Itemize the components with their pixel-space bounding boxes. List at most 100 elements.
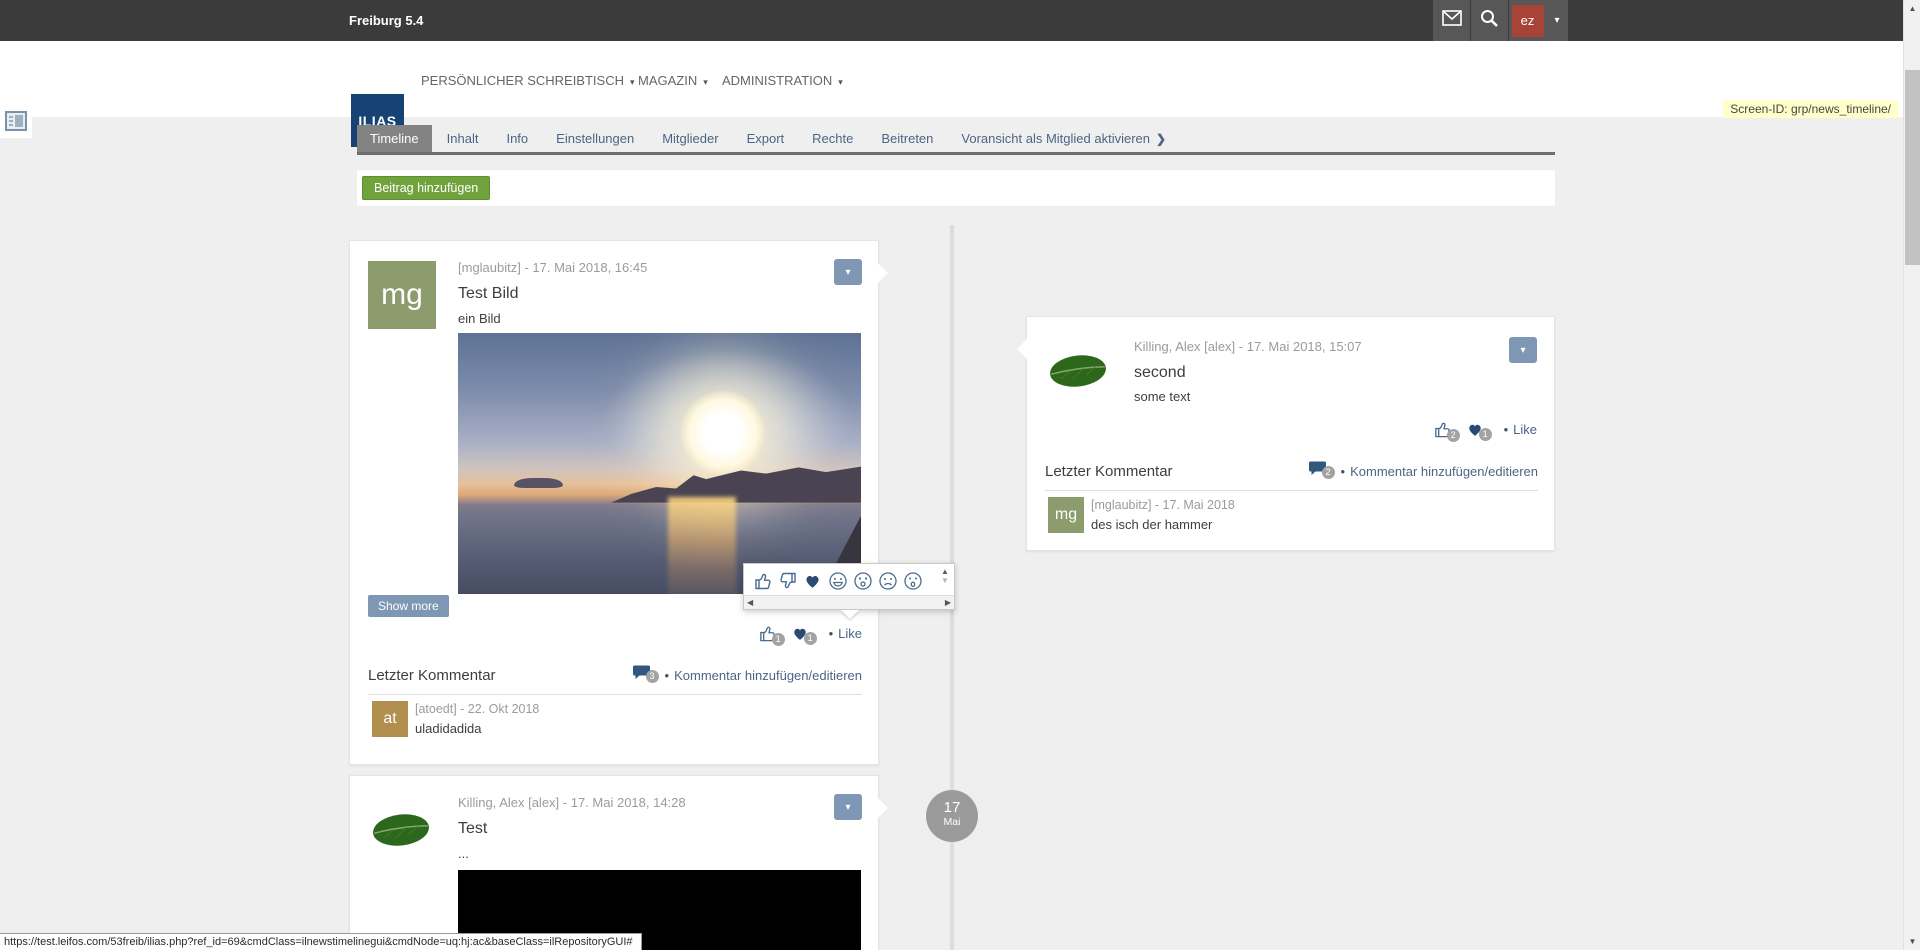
like-link[interactable]: Like: [1513, 422, 1537, 437]
avatar: at: [372, 701, 408, 737]
chevron-right-icon: ❯: [1156, 132, 1166, 146]
card-pointer: [878, 798, 888, 818]
like-link[interactable]: Like: [838, 626, 862, 641]
thumbs-up-icon[interactable]: [750, 569, 775, 593]
nav-magazin[interactable]: MAGAZIN▾: [638, 41, 708, 117]
arrow-up-icon[interactable]: ▲: [941, 567, 949, 576]
user-menu-caret[interactable]: ▾: [1546, 0, 1568, 41]
reaction-count: 1: [804, 632, 817, 645]
popup-pointer: [841, 610, 859, 619]
heart-reaction[interactable]: 1: [791, 625, 817, 642]
tab-timeline[interactable]: Timeline: [357, 125, 432, 152]
scrollbar-thumb[interactable]: [1905, 70, 1920, 265]
thumbs-up-reaction[interactable]: 2: [1433, 420, 1460, 439]
scroll-down-button[interactable]: ▼: [1904, 933, 1920, 950]
search-button[interactable]: [1470, 0, 1508, 41]
arrow-right-icon[interactable]: ▶: [945, 598, 951, 607]
post-actions-dropdown[interactable]: ▾: [834, 259, 862, 285]
tab-rechte[interactable]: Rechte: [799, 125, 866, 152]
reaction-count: 1: [772, 633, 785, 646]
screen-id-label: Screen-ID: grp/news_timeline/: [1723, 100, 1898, 118]
tab-mitglieder[interactable]: Mitglieder: [649, 125, 731, 152]
scroll-up-button[interactable]: ▲: [1904, 0, 1920, 17]
chevron-down-icon: ▾: [845, 267, 850, 278]
chevron-down-icon: ▾: [1554, 15, 1559, 26]
comment-meta: [atoedt] - 22. Okt 2018: [415, 702, 539, 716]
frowning-face-icon[interactable]: [875, 569, 900, 593]
add-comment-link[interactable]: Kommentar hinzufügen/editieren: [674, 668, 862, 683]
tab-export[interactable]: Export: [734, 125, 798, 152]
timeline-date-bubble: 17 Mai: [926, 790, 978, 842]
heart-icon[interactable]: [800, 569, 825, 593]
avatar-leaf: [368, 797, 434, 863]
user-menu-button[interactable]: ez: [1508, 0, 1546, 41]
browser-status-bar: https://test.leifos.com/53freib/ilias.ph…: [0, 933, 642, 950]
heart-reaction[interactable]: 1: [1466, 421, 1492, 438]
bullet: •: [829, 626, 834, 641]
post-body: ein Bild: [458, 311, 501, 326]
post-actions-dropdown[interactable]: ▾: [1509, 337, 1537, 363]
topbar-actions: ez ▾: [1432, 0, 1568, 41]
post-body: ...: [458, 846, 469, 861]
astonished-face-icon[interactable]: [850, 569, 875, 593]
sun: [680, 390, 766, 476]
reaction-row: 1 1 • Like: [758, 624, 862, 643]
tab-info[interactable]: Info: [493, 125, 541, 152]
reaction-picker-popup: ▲ ▼ ◀ ▶: [743, 563, 955, 610]
last-comment-heading: Letzter Kommentar: [1045, 463, 1173, 480]
timeline-post-2: Killing, Alex [alex] - 17. Mai 2018, 15:…: [1026, 316, 1555, 551]
toolbar: Beitrag hinzufügen: [357, 170, 1555, 206]
add-post-button[interactable]: Beitrag hinzufügen: [362, 176, 490, 200]
reaction-picker-row: [750, 569, 925, 593]
bullet: •: [665, 668, 670, 683]
show-more-button[interactable]: Show more: [368, 595, 449, 617]
comment-meta: [mglaubitz] - 17. Mai 2018: [1091, 498, 1235, 512]
post-actions-dropdown[interactable]: ▾: [834, 794, 862, 820]
bullet: •: [1341, 464, 1346, 479]
tab-member-preview[interactable]: Voransicht als Mitglied aktivieren❯: [948, 125, 1179, 152]
picker-horizontal-scrollbar[interactable]: ◀ ▶: [744, 595, 954, 609]
post-image-sunset[interactable]: [458, 333, 861, 594]
tree-panel-toggle-button[interactable]: [3, 111, 29, 135]
chevron-down-icon: ▾: [838, 77, 843, 87]
nav-personal-desktop[interactable]: PERSÖNLICHER SCHREIBTISCH▾: [421, 41, 635, 117]
arrow-down-icon: ▼: [1909, 937, 1917, 946]
post-meta: Killing, Alex [alex] - 17. Mai 2018, 14:…: [458, 795, 686, 810]
post-meta: Killing, Alex [alex] - 17. Mai 2018, 15:…: [1134, 339, 1362, 354]
search-icon: [1480, 9, 1499, 33]
timeline-post-3: Killing, Alex [alex] - 17. Mai 2018, 14:…: [349, 775, 879, 950]
comment: [atoedt] - 22. Okt 2018 uladidadida: [415, 702, 539, 736]
add-comment-link[interactable]: Kommentar hinzufügen/editieren: [1350, 464, 1538, 479]
mail-button[interactable]: [1432, 0, 1470, 41]
thumbs-down-icon[interactable]: [775, 569, 800, 593]
post-body: some text: [1134, 389, 1190, 404]
vertical-scrollbar[interactable]: ▲ ▼: [1903, 0, 1920, 950]
picker-vertical-scroll: ▲ ▼: [939, 567, 951, 585]
nav-administration[interactable]: ADMINISTRATION▾: [722, 41, 843, 117]
reaction-count: 1: [1479, 428, 1492, 441]
last-comment-heading: Letzter Kommentar: [368, 667, 496, 684]
leaf-icon: [370, 799, 432, 861]
post-title: Test: [458, 820, 487, 838]
comment-text: des isch der hammer: [1091, 517, 1235, 532]
comment-count-badge: 2: [1322, 466, 1335, 479]
chevron-down-icon: ▾: [630, 77, 635, 87]
comment: [mglaubitz] - 17. Mai 2018 des isch der …: [1091, 498, 1235, 532]
avatar: mg: [368, 261, 436, 329]
anguished-face-icon[interactable]: [900, 569, 925, 593]
post-title: Test Bild: [458, 285, 518, 303]
thumbs-up-reaction[interactable]: 1: [758, 624, 785, 643]
grinning-face-icon[interactable]: [825, 569, 850, 593]
card-pointer: [878, 263, 888, 283]
arrow-down-icon[interactable]: ▼: [941, 576, 949, 585]
date-day: 17: [926, 799, 978, 816]
avatar: mg: [1048, 497, 1084, 533]
main-header: ILIAS PERSÖNLICHER SCHREIBTISCH▾ MAGAZIN…: [0, 41, 1903, 117]
tab-beitreten[interactable]: Beitreten: [868, 125, 946, 152]
tab-inhalt[interactable]: Inhalt: [434, 125, 492, 152]
post-meta: [mglaubitz] - 17. Mai 2018, 16:45: [458, 260, 647, 275]
arrow-left-icon[interactable]: ◀: [747, 598, 753, 607]
comment-text: uladidadida: [415, 721, 539, 736]
mail-icon: [1442, 10, 1462, 31]
tab-einstellungen[interactable]: Einstellungen: [543, 125, 647, 152]
